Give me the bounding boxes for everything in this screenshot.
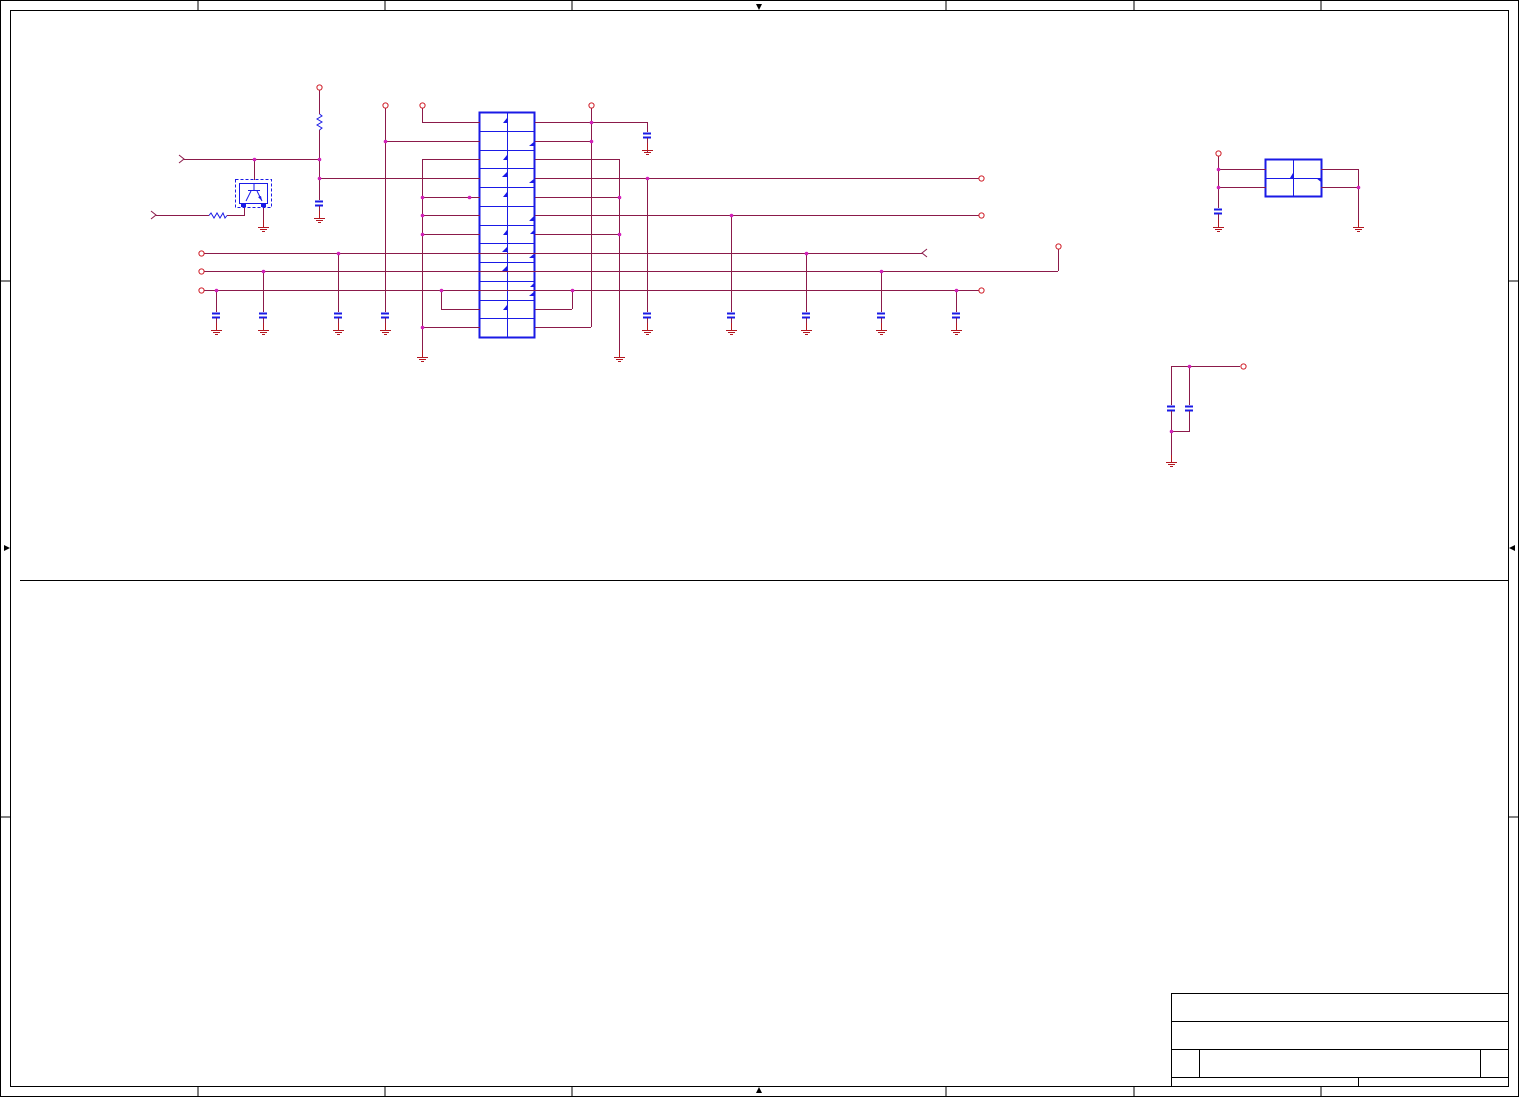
drawing-frame <box>0 0 1519 1097</box>
junction-dot-icon <box>1356 185 1361 190</box>
capacitor-icon <box>1167 405 1175 416</box>
terminal-icon <box>316 84 323 91</box>
capacitor-icon <box>212 312 220 323</box>
terminal-icon <box>978 175 985 182</box>
terminal-icon <box>978 287 985 294</box>
ground-icon <box>258 323 269 335</box>
junction-dot-icon <box>261 269 266 274</box>
junction-dot-icon <box>1216 185 1221 190</box>
ground-icon <box>333 323 344 335</box>
pin-marker-icon <box>502 247 507 252</box>
terminal-icon <box>198 268 205 275</box>
junction-dot-icon <box>336 251 341 256</box>
junction-dot-icon <box>317 157 322 162</box>
title-block <box>1171 993 1509 1087</box>
schematic-sheet <box>0 0 1519 1097</box>
zone-arrow-icon <box>756 1087 762 1093</box>
ground-icon <box>258 220 269 232</box>
schematic-canvas <box>0 0 1519 1097</box>
junction-dot-icon <box>252 157 257 162</box>
capacitor-icon <box>381 312 389 323</box>
junction-dot-icon <box>589 139 594 144</box>
junction-dot-icon <box>729 213 734 218</box>
junction-dot-icon <box>214 288 219 293</box>
pin-marker-icon <box>503 305 507 310</box>
zone-arrow-icon <box>1509 545 1515 551</box>
decoupling-pair <box>1171 366 1240 460</box>
junction-dot-icon <box>420 325 425 330</box>
terminal-icon <box>1240 363 1247 370</box>
terminal-icon <box>1055 243 1062 250</box>
terminal-icon <box>588 102 595 109</box>
capacitor-icon <box>643 132 651 143</box>
transistor-icon <box>235 179 272 208</box>
pin-marker-icon <box>530 229 535 234</box>
main-connector <box>478 111 536 339</box>
ground-icon <box>417 350 428 362</box>
ground-icon <box>726 323 737 335</box>
pin-marker-icon <box>502 172 507 177</box>
ground-icon <box>642 143 653 155</box>
pin-marker-icon <box>530 215 535 220</box>
junction-dot-icon <box>617 195 622 200</box>
junction-dot-icon <box>879 269 884 274</box>
capacitor-icon <box>727 312 735 323</box>
ground-icon <box>951 323 962 335</box>
capacitor-icon <box>1185 405 1193 416</box>
junction-dot-icon <box>617 232 622 237</box>
capacitor-icon <box>802 312 810 323</box>
capacitor-icon <box>877 312 885 323</box>
terminal-icon <box>382 102 389 109</box>
ground-icon <box>1353 220 1364 232</box>
junction-dot-icon <box>1216 167 1221 172</box>
resistor-icon <box>316 113 323 131</box>
terminal-icon <box>1215 150 1222 157</box>
pin-marker-icon <box>503 118 507 123</box>
zone-arrow-icon <box>4 545 10 551</box>
junction-dot-icon <box>439 288 444 293</box>
small-connector <box>1218 156 1359 226</box>
ground-icon <box>642 323 653 335</box>
ground-icon <box>614 350 625 362</box>
pin-marker-icon <box>502 266 507 271</box>
capacitor-icon <box>643 312 651 323</box>
junction-dot-icon <box>1169 429 1174 434</box>
ground-icon <box>380 323 391 335</box>
junction-dot-icon <box>317 176 322 181</box>
ground-icon <box>314 211 325 223</box>
capacitor-icon <box>315 200 323 211</box>
ground-icon <box>801 323 812 335</box>
junction-dot-icon <box>1187 364 1192 369</box>
terminal-icon <box>198 250 205 257</box>
junction-dot-icon <box>645 176 650 181</box>
junction-dot-icon <box>804 251 809 256</box>
pin-marker-icon <box>503 155 507 160</box>
junction-dot-icon <box>420 195 425 200</box>
ground-icon <box>211 323 222 335</box>
pin-marker-icon <box>503 192 507 197</box>
terminal-icon <box>419 102 426 109</box>
ground-icon <box>876 323 887 335</box>
pin-marker-icon <box>503 230 507 235</box>
pin-marker-icon <box>530 282 535 287</box>
zone-arrow-icon <box>756 4 762 10</box>
junction-dot-icon <box>420 232 425 237</box>
terminal-icon <box>978 212 985 219</box>
capacitor-icon <box>334 312 342 323</box>
junction-dot-icon <box>570 288 575 293</box>
capacitor-icon <box>259 312 267 323</box>
resistor-icon <box>208 211 228 219</box>
ground-icon <box>1166 455 1177 467</box>
capacitor-icon <box>952 312 960 323</box>
capacitor-icon <box>1214 208 1222 219</box>
junction-dot-icon <box>383 139 388 144</box>
terminal-icon <box>198 287 205 294</box>
junction-dot-icon <box>954 288 959 293</box>
junction-dot-icon <box>420 213 425 218</box>
wires <box>150 90 1059 357</box>
ground-icon <box>1213 220 1224 232</box>
junction-dot-icon <box>589 120 594 125</box>
junction-dot-icon <box>467 195 472 200</box>
